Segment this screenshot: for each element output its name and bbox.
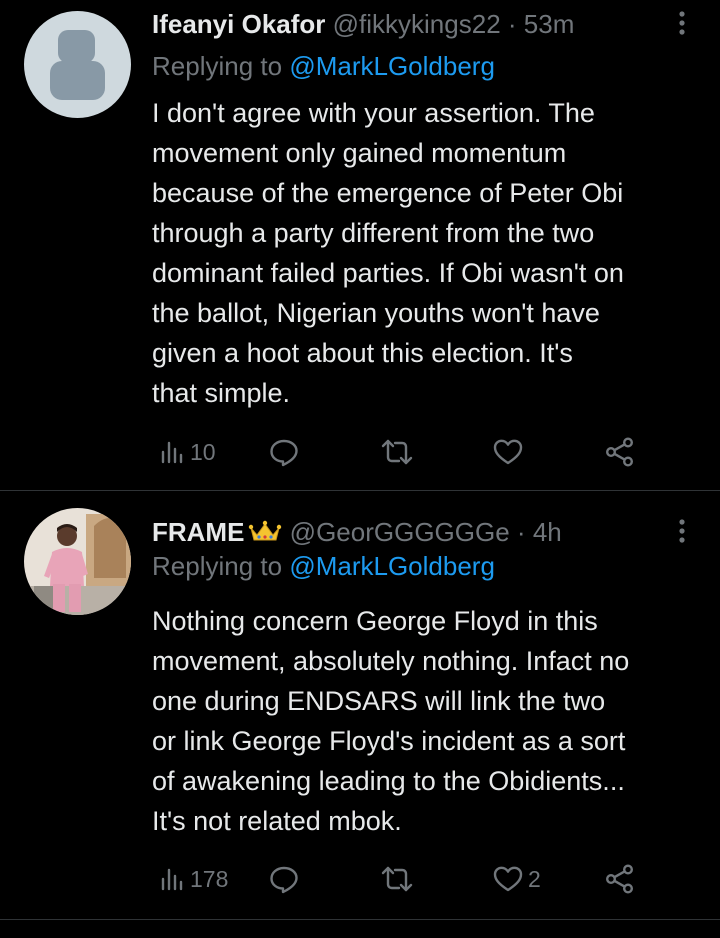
like-button[interactable] — [492, 432, 528, 472]
separator-dot: · — [507, 9, 517, 39]
reply-icon — [270, 866, 298, 894]
analytics-icon — [161, 441, 183, 464]
default-avatar-icon — [24, 11, 131, 118]
author-name[interactable]: FRAME — [152, 517, 244, 547]
divider — [0, 919, 720, 920]
views-button[interactable]: 10 — [158, 432, 216, 472]
tweet-actions: 178 2 — [152, 859, 652, 899]
photo-avatar-image — [24, 508, 131, 615]
tweet-actions: 10 — [152, 432, 652, 472]
timestamp[interactable]: 53m — [524, 9, 575, 39]
share-icon — [606, 864, 634, 894]
tweet[interactable]: Ifeanyi Okafor @fikkykings22 · 53m Reply… — [0, 0, 720, 490]
replying-to: Replying to @MarkLGoldberg — [152, 49, 495, 83]
views-count: 10 — [190, 438, 216, 465]
crown-icon — [248, 518, 282, 552]
share-icon — [606, 437, 634, 467]
share-button[interactable] — [604, 859, 636, 899]
avatar[interactable] — [24, 508, 131, 615]
retweet-button[interactable] — [380, 432, 414, 472]
heart-icon — [493, 866, 523, 892]
author-name[interactable]: Ifeanyi Okafor — [152, 9, 325, 39]
more-options-icon[interactable] — [676, 514, 688, 548]
like-count: 2 — [528, 865, 541, 892]
retweet-button[interactable] — [380, 859, 414, 899]
reply-button[interactable] — [268, 432, 300, 472]
replying-prefix: Replying to — [152, 551, 283, 581]
author-handle[interactable]: @GeorGGGGGGe — [290, 517, 510, 547]
views-count: 178 — [190, 865, 229, 892]
like-button[interactable]: 2 — [492, 859, 541, 899]
tweet-header: Ifeanyi Okafor @fikkykings22 · 53m — [152, 7, 660, 41]
avatar[interactable] — [24, 11, 131, 118]
replying-prefix: Replying to — [152, 51, 283, 81]
retweet-icon — [381, 866, 413, 892]
mention-link[interactable]: @MarkLGoldberg — [289, 51, 495, 81]
more-options-icon[interactable] — [676, 6, 688, 40]
share-button[interactable] — [604, 432, 636, 472]
analytics-icon — [161, 868, 183, 891]
views-button[interactable]: 178 — [158, 859, 228, 899]
author-handle[interactable]: @fikkykings22 — [333, 9, 501, 39]
replying-to: Replying to @MarkLGoldberg — [152, 549, 495, 583]
heart-icon — [493, 439, 523, 465]
retweet-icon — [381, 439, 413, 465]
reply-button[interactable] — [268, 859, 300, 899]
tweet-text: Nothing concern George Floyd in this mov… — [152, 606, 630, 836]
tweet-text: I don't agree with your assertion. The m… — [152, 98, 624, 408]
reply-icon — [270, 439, 298, 467]
separator-dot: · — [516, 517, 526, 547]
timestamp[interactable]: 4h — [533, 517, 562, 547]
mention-link[interactable]: @MarkLGoldberg — [289, 551, 495, 581]
tweet[interactable]: FRAME @GeorGGGGGGe · 4h Replying to @Mar… — [0, 491, 720, 919]
tweet-header: FRAME @GeorGGGGGGe · 4h — [152, 515, 660, 549]
